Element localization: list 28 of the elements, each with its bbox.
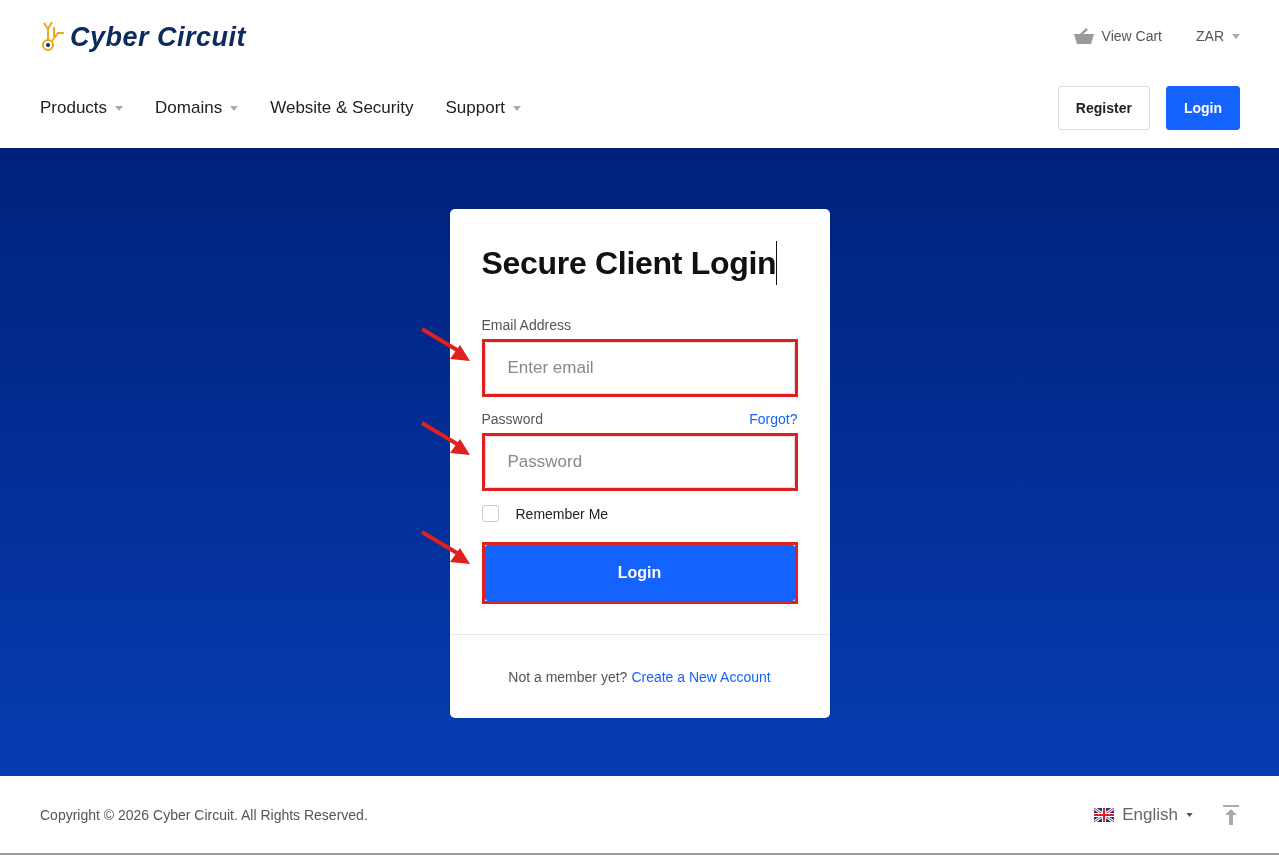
- back-to-top-icon[interactable]: [1223, 804, 1239, 825]
- signup-prompt: Not a member yet?: [508, 668, 628, 685]
- logo[interactable]: Cyber Circuit: [40, 19, 247, 53]
- login-button[interactable]: Login: [1165, 86, 1240, 130]
- remember-label: Remember Me: [515, 505, 609, 522]
- remember-checkbox[interactable]: [481, 505, 499, 522]
- caret-icon: [1186, 812, 1193, 817]
- copyright-text: Copyright © 2026 Cyber Circuit. All Rights Reserved.: [40, 806, 368, 823]
- submit-login-button[interactable]: Login: [484, 545, 795, 601]
- caret-icon: [1232, 33, 1240, 39]
- password-label: Password: [481, 411, 543, 427]
- login-title: Secure Client Login: [481, 244, 777, 282]
- language-dropdown[interactable]: English: [1094, 804, 1193, 825]
- forgot-link[interactable]: Forgot?: [749, 411, 798, 427]
- register-button[interactable]: Register: [1057, 86, 1150, 130]
- basket-icon: [1073, 28, 1094, 44]
- nav-item[interactable]: Support: [445, 98, 522, 118]
- nav-item[interactable]: Products: [40, 98, 124, 118]
- email-field[interactable]: Enter email: [484, 342, 795, 394]
- text-cursor: [776, 241, 778, 285]
- password-field[interactable]: Password: [484, 436, 795, 488]
- flag-icon: [1094, 807, 1115, 822]
- nav-item[interactable]: Website & Security: [270, 98, 414, 118]
- email-label: Email Address: [481, 317, 571, 333]
- nav-item[interactable]: Domains: [155, 98, 239, 118]
- currency-dropdown[interactable]: ZAR: [1196, 28, 1240, 44]
- create-account-link[interactable]: Create a New Account: [631, 668, 771, 685]
- view-cart-link[interactable]: View Cart: [1073, 28, 1162, 44]
